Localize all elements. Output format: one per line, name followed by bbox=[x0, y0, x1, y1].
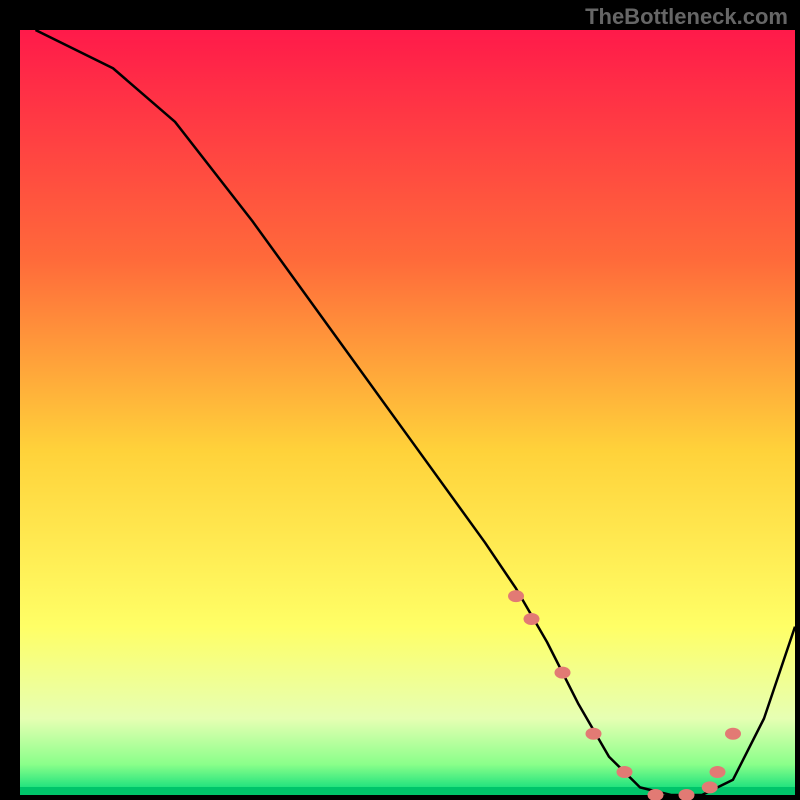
marker-point bbox=[702, 781, 718, 793]
marker-point bbox=[586, 728, 602, 740]
marker-point bbox=[617, 766, 633, 778]
bottleneck-chart: TheBottleneck.com bbox=[0, 0, 800, 800]
marker-point bbox=[508, 590, 524, 602]
marker-point bbox=[725, 728, 741, 740]
marker-point bbox=[555, 667, 571, 679]
chart-canvas bbox=[0, 0, 800, 800]
marker-point bbox=[524, 613, 540, 625]
gradient-background bbox=[20, 30, 795, 795]
marker-point bbox=[710, 766, 726, 778]
watermark-text: TheBottleneck.com bbox=[585, 4, 788, 30]
